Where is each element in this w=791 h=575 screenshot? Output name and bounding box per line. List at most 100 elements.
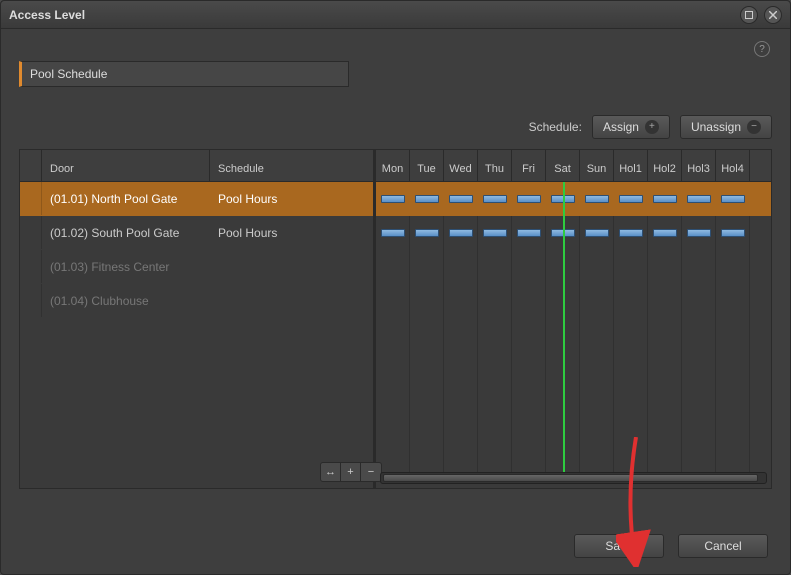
schedule-row[interactable]: [376, 216, 771, 250]
schedule-cell[interactable]: [512, 284, 546, 318]
header-day[interactable]: Fri: [512, 150, 546, 181]
schedule-cell[interactable]: [512, 250, 546, 284]
schedule-bar: [687, 195, 711, 203]
table-row[interactable]: (01.04) Clubhouse: [20, 284, 373, 318]
close-button[interactable]: [764, 6, 782, 24]
header-selector: [20, 150, 42, 181]
header-day[interactable]: Hol1: [614, 150, 648, 181]
schedule-cell[interactable]: [580, 284, 614, 318]
schedule-cell[interactable]: [614, 216, 648, 250]
schedule-cell[interactable]: [580, 216, 614, 250]
schedule-cell[interactable]: [614, 182, 648, 216]
schedule-cell[interactable]: [478, 216, 512, 250]
schedule-row[interactable]: [376, 182, 771, 216]
schedule-cell[interactable]: [682, 284, 716, 318]
schedule-cell[interactable]: [512, 182, 546, 216]
schedule-cell[interactable]: [410, 284, 444, 318]
schedule-cell[interactable]: [376, 182, 410, 216]
schedule-cell[interactable]: [648, 216, 682, 250]
schedule-bar: [653, 195, 677, 203]
save-button-label: Save: [605, 539, 632, 553]
help-icon[interactable]: ?: [754, 41, 770, 57]
schedule-cell[interactable]: [410, 250, 444, 284]
schedule-bar: [687, 229, 711, 237]
schedule-cell[interactable]: [444, 250, 478, 284]
access-level-name-input[interactable]: Pool Schedule: [19, 61, 349, 87]
schedule-bar: [449, 229, 473, 237]
header-day[interactable]: Thu: [478, 150, 512, 181]
schedule-row[interactable]: [376, 250, 771, 284]
header-day[interactable]: Mon: [376, 150, 410, 181]
schedule-cell[interactable]: [478, 182, 512, 216]
table-row[interactable]: (01.03) Fitness Center: [20, 250, 373, 284]
schedule-cell[interactable]: [376, 250, 410, 284]
schedule-cell[interactable]: [444, 182, 478, 216]
header-day[interactable]: Hol2: [648, 150, 682, 181]
schedule-cell[interactable]: [410, 182, 444, 216]
schedule-bar: [517, 195, 541, 203]
schedule-cell[interactable]: [648, 284, 682, 318]
grid-header-row: Door Schedule: [20, 150, 373, 182]
schedule-cell[interactable]: [478, 284, 512, 318]
grid-tools: ↔ + −: [320, 462, 382, 482]
schedule-cell[interactable]: [682, 182, 716, 216]
schedule-bar: [619, 229, 643, 237]
grid-left-body: (01.01) North Pool GatePool Hours(01.02)…: [20, 182, 373, 488]
table-row[interactable]: (01.02) South Pool GatePool Hours: [20, 216, 373, 250]
header-day[interactable]: Tue: [410, 150, 444, 181]
window-title: Access Level: [9, 8, 85, 22]
scrollbar-thumb[interactable]: [383, 474, 758, 482]
schedule-bar: [415, 229, 439, 237]
header-schedule[interactable]: Schedule: [210, 150, 373, 181]
schedule-cell[interactable]: [716, 284, 750, 318]
cancel-button[interactable]: Cancel: [678, 534, 768, 558]
schedule-cell[interactable]: [682, 250, 716, 284]
header-day[interactable]: Hol3: [682, 150, 716, 181]
grid-left-pane: Door Schedule (01.01) North Pool GatePoo…: [20, 150, 376, 488]
schedule-cell[interactable]: [580, 182, 614, 216]
header-day[interactable]: Hol4: [716, 150, 750, 181]
assign-button-label: Assign: [603, 120, 639, 134]
schedule-cell[interactable]: [444, 284, 478, 318]
maximize-button[interactable]: [740, 6, 758, 24]
header-door[interactable]: Door: [42, 150, 210, 181]
row-schedule-label: Pool Hours: [210, 192, 373, 206]
assign-button[interactable]: Assign +: [592, 115, 670, 139]
schedule-cell[interactable]: [716, 250, 750, 284]
schedule-cell[interactable]: [512, 216, 546, 250]
schedule-label: Schedule:: [529, 120, 582, 134]
row-door-label: (01.03) Fitness Center: [42, 260, 210, 274]
table-row[interactable]: (01.01) North Pool GatePool Hours: [20, 182, 373, 216]
grid-right-body: [376, 182, 771, 472]
save-button[interactable]: Save: [574, 534, 664, 558]
schedule-bar: [721, 195, 745, 203]
schedule-cell[interactable]: [478, 250, 512, 284]
schedule-bar: [381, 229, 405, 237]
schedule-cell[interactable]: [376, 284, 410, 318]
schedule-cell[interactable]: [376, 216, 410, 250]
schedule-cell[interactable]: [716, 216, 750, 250]
schedule-cell[interactable]: [580, 250, 614, 284]
schedule-cell[interactable]: [444, 216, 478, 250]
header-day[interactable]: Sun: [580, 150, 614, 181]
row-door-label: (01.04) Clubhouse: [42, 294, 210, 308]
schedule-bar: [653, 229, 677, 237]
current-time-indicator: [563, 182, 565, 472]
schedule-cell[interactable]: [648, 250, 682, 284]
unassign-button[interactable]: Unassign −: [680, 115, 772, 139]
grid-day-header: MonTueWedThuFriSatSunHol1Hol2Hol3Hol4: [376, 150, 771, 182]
schedule-cell[interactable]: [410, 216, 444, 250]
schedule-row[interactable]: [376, 284, 771, 318]
header-day[interactable]: Wed: [444, 150, 478, 181]
schedule-cell[interactable]: [614, 284, 648, 318]
schedule-bar: [585, 229, 609, 237]
schedule-cell[interactable]: [614, 250, 648, 284]
header-day[interactable]: Sat: [546, 150, 580, 181]
horizontal-scrollbar[interactable]: [380, 472, 767, 484]
schedule-cell[interactable]: [648, 182, 682, 216]
zoom-in-button[interactable]: +: [341, 463, 361, 481]
schedule-bar: [381, 195, 405, 203]
schedule-cell[interactable]: [682, 216, 716, 250]
schedule-cell[interactable]: [716, 182, 750, 216]
fit-width-button[interactable]: ↔: [321, 463, 341, 481]
